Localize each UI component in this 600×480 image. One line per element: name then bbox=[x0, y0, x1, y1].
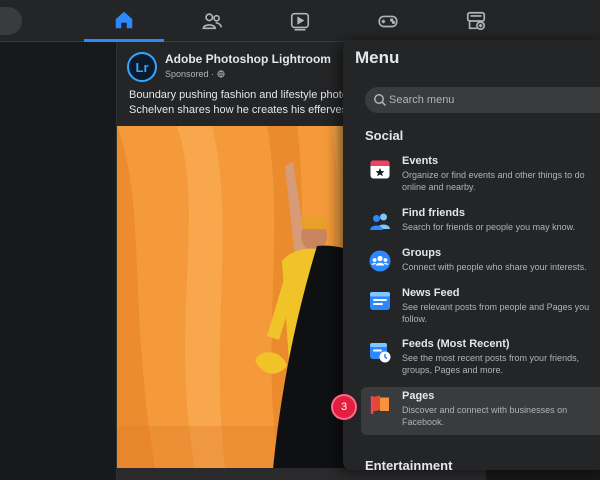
menu-item-description: Discover and connect with businesses on … bbox=[402, 405, 568, 427]
nav-gaming-tab[interactable] bbox=[348, 0, 428, 42]
marketplace-icon bbox=[466, 11, 486, 31]
menu-item-events[interactable]: Events Organize or find events and other… bbox=[361, 152, 600, 200]
menu-item-label: News Feed bbox=[402, 287, 460, 299]
profile-avatar[interactable] bbox=[0, 7, 22, 35]
menu-item-description: See relevant posts from people and Pages… bbox=[402, 302, 590, 324]
menu-item-description: Connect with people who share your inter… bbox=[402, 262, 587, 272]
search-box[interactable] bbox=[365, 87, 600, 113]
lightroom-logo[interactable]: Lr bbox=[127, 52, 157, 82]
home-icon bbox=[115, 11, 133, 28]
gaming-icon bbox=[378, 15, 398, 28]
post-text-line-1: Boundary pushing fashion and lifestyle p… bbox=[129, 89, 348, 101]
sponsored-label: Sponsored · bbox=[165, 69, 225, 79]
most-recent-icon bbox=[370, 343, 391, 363]
search-icon bbox=[374, 94, 387, 107]
menu-item-label: Pages bbox=[402, 390, 435, 402]
nav-marketplace-tab[interactable] bbox=[436, 0, 516, 42]
post-text: Boundary pushing fashion and lifestyle p… bbox=[129, 88, 357, 118]
left-sidebar bbox=[0, 42, 115, 480]
menu-item-news-feed[interactable]: News Feed See relevant posts from people… bbox=[361, 284, 600, 332]
post-page-name[interactable]: Adobe Photoshop Lightroom bbox=[165, 52, 331, 66]
step-badge: 3 bbox=[333, 396, 355, 418]
friends-icon bbox=[202, 13, 222, 30]
globe-icon bbox=[216, 70, 225, 78]
menu-item-description: Organize or find events and other things… bbox=[402, 170, 585, 192]
section-title-social: Social bbox=[365, 128, 404, 143]
post-text-line-2: Schelven shares how he creates his effer… bbox=[129, 104, 353, 116]
menu-item-description: See the most recent posts from your frie… bbox=[402, 353, 580, 375]
menu-item-label: Groups bbox=[402, 247, 442, 259]
search-input[interactable] bbox=[389, 87, 600, 113]
menu-panel: Menu Social Events Organize or find even… bbox=[343, 40, 600, 470]
find-friends-icon bbox=[370, 213, 390, 230]
menu-item-label: Feeds (Most Recent) bbox=[402, 338, 510, 350]
menu-item-most-recent[interactable]: Feeds (Most Recent) See the most recent … bbox=[361, 335, 600, 383]
menu-item-label: Find friends bbox=[402, 207, 465, 219]
watch-icon bbox=[290, 12, 310, 31]
top-navigation-bar bbox=[0, 0, 600, 42]
groups-icon bbox=[369, 250, 391, 272]
menu-item-pages[interactable]: Pages Discover and connect with business… bbox=[361, 387, 600, 435]
nav-home-tab[interactable] bbox=[84, 0, 164, 42]
menu-title: Menu bbox=[355, 48, 400, 67]
section-title-entertainment: Entertainment bbox=[365, 458, 453, 470]
nav-watch-tab[interactable] bbox=[260, 0, 340, 42]
news-feed-icon bbox=[370, 292, 390, 310]
menu-item-description: Search for friends or people you may kno… bbox=[402, 222, 576, 232]
pages-icon bbox=[370, 395, 389, 414]
events-icon bbox=[370, 160, 390, 179]
menu-item-label: Events bbox=[402, 155, 439, 167]
sponsored-text: Sponsored · bbox=[165, 69, 217, 79]
nav-friends-tab[interactable] bbox=[172, 0, 252, 42]
